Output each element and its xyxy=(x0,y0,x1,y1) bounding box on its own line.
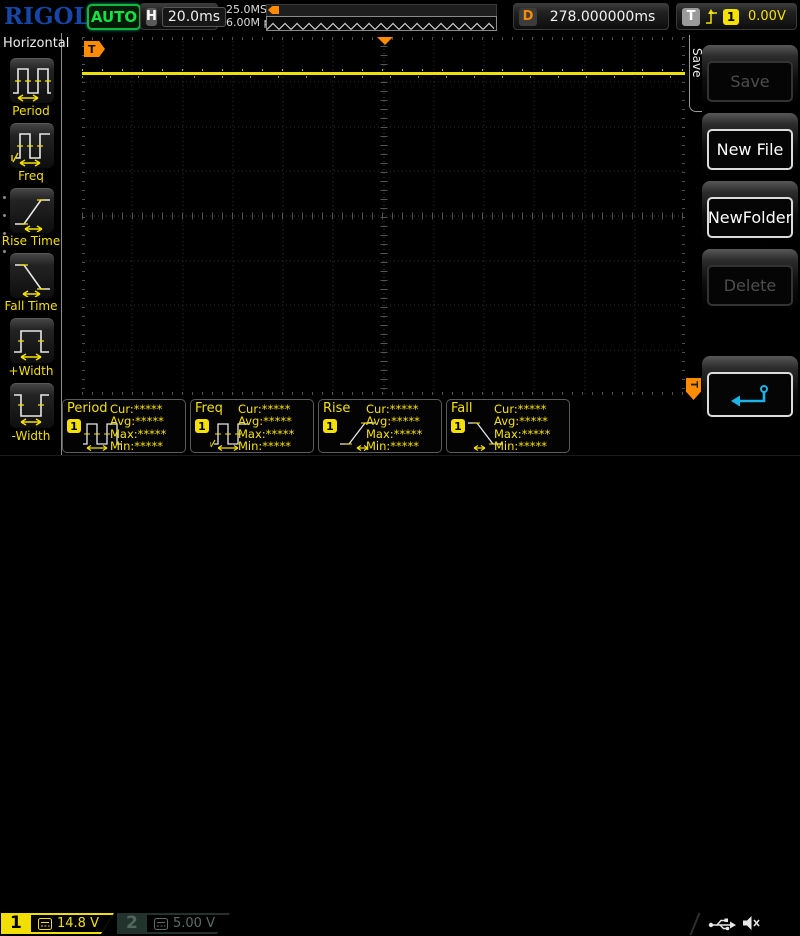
sidebar-item-fall-time[interactable] xyxy=(10,253,54,298)
sidebar-label-neg-width: -Width xyxy=(0,429,62,443)
bottom-bar-divider xyxy=(690,912,701,935)
delete-button-label: Delete xyxy=(707,265,793,306)
softkey-delete[interactable]: Delete xyxy=(702,249,798,311)
run-status-badge: AUTO xyxy=(87,4,141,30)
offscreen-trigger-marker: T xyxy=(686,378,701,400)
thumbnail-zigzag-icon xyxy=(267,21,494,32)
waveform-thumbnail xyxy=(266,16,497,31)
channel1-scale: 14.8 V xyxy=(57,916,99,931)
sidebar-item-rise-time[interactable] xyxy=(10,188,54,233)
channel2-number: 2 xyxy=(126,913,138,934)
minus-width-icon xyxy=(11,385,53,427)
channel2-status[interactable]: 2 5.00 V xyxy=(117,913,230,934)
scroll-dot xyxy=(3,250,6,253)
sidebar-label-fall-time: Fall Time xyxy=(0,299,62,313)
new-file-button-label: New File xyxy=(707,129,793,170)
channel1-number: 1 xyxy=(10,913,22,934)
sidebar-item-period[interactable] xyxy=(10,58,54,103)
rise-time-icon xyxy=(11,190,53,232)
scroll-dot xyxy=(3,196,6,199)
panel-title: Freq xyxy=(195,401,223,416)
bottom-status-bar: 1 14.8 V 2 5.00 V xyxy=(0,455,800,481)
panel-stats: Cur:*****Avg:***** Max:*****Min:***** xyxy=(366,403,422,452)
panel-stats: Cur:*****Avg:***** Max:*****Min:***** xyxy=(238,403,294,452)
fall-time-icon xyxy=(11,255,53,297)
channel2-scale: 5.00 V xyxy=(173,916,215,931)
scroll-dot xyxy=(3,232,6,235)
panel-title: Fall xyxy=(451,401,472,416)
rigol-logo: RIGOL xyxy=(4,3,90,30)
delay-badge: D xyxy=(519,8,537,26)
softkey-new-folder[interactable]: NewFolder xyxy=(702,181,798,243)
measurement-panel-rise: Rise 1 Cur:*****Avg:***** Max:*****Min:*… xyxy=(318,399,442,453)
waveform-overview[interactable] xyxy=(266,4,497,30)
timebase-value: 20.0ms xyxy=(162,7,226,27)
channel1-status[interactable]: 1 14.8 V xyxy=(1,913,114,934)
sidebar-label-pos-width: +Width xyxy=(0,364,62,378)
freq-icon xyxy=(11,125,53,167)
speaker-muted-icon xyxy=(742,915,760,931)
sidebar-item-freq[interactable] xyxy=(10,123,54,168)
channel-badge: 1 xyxy=(195,419,209,433)
measurement-panel-period: Period 1 Cur:*****Avg:***** Max:*****Min… xyxy=(62,399,186,453)
top-status-bar: RIGOL AUTO H 20.0ms 25.0MSa/s 6.00M pts … xyxy=(0,0,800,33)
sidebar-label-period: Period xyxy=(0,104,62,118)
trigger-badge: T xyxy=(682,8,700,26)
softkey-save[interactable]: Save xyxy=(702,45,798,107)
panel-stats: Cur:*****Avg:***** Max:*****Min:***** xyxy=(494,403,550,452)
sidebar-label-rise-time: Rise Time xyxy=(0,234,62,248)
usb-icon xyxy=(708,917,736,931)
channel1-panel: 14.8 V xyxy=(31,915,117,932)
left-menu-title: Horizontal xyxy=(3,36,69,51)
channel-badge: 1 xyxy=(67,419,81,433)
horizontal-badge: H xyxy=(146,8,157,26)
panel-title: Period xyxy=(67,401,108,416)
trigger-level-value: 0.00V xyxy=(748,9,786,24)
return-button xyxy=(707,372,793,417)
return-arrow-icon xyxy=(727,382,773,408)
grid-and-trace xyxy=(82,37,685,395)
delay-value: 278.000000ms xyxy=(542,9,663,25)
channel-badge: 1 xyxy=(451,419,465,433)
sidebar-item-neg-width[interactable] xyxy=(10,383,54,428)
panel-title: Rise xyxy=(323,401,350,416)
dc-coupling-icon xyxy=(38,918,52,930)
dc-coupling-icon xyxy=(154,918,168,930)
ch1-trace xyxy=(82,70,685,77)
trigger-delay-box[interactable]: D 278.000000ms xyxy=(513,3,669,30)
graticule xyxy=(82,37,685,395)
sidebar-label-freq: Freq xyxy=(0,169,62,183)
panel-stats: Cur:*****Avg:***** Max:*****Min:***** xyxy=(110,403,166,452)
channel2-panel: 5.00 V xyxy=(147,915,233,932)
scroll-dot xyxy=(3,214,6,217)
horizontal-timebase-box[interactable]: H 20.0ms xyxy=(140,3,218,30)
plus-width-icon xyxy=(11,320,53,362)
sidebar-item-pos-width[interactable] xyxy=(10,318,54,363)
trigger-status-box[interactable]: T 1 0.00V xyxy=(676,3,797,30)
measurement-panel-freq: Freq 1 Cur:*****Avg:***** Max:*****Min:*… xyxy=(190,399,314,453)
softkey-new-file[interactable]: New File xyxy=(702,113,798,175)
save-button-label: Save xyxy=(707,61,793,102)
trigger-position-arrow-icon xyxy=(268,6,279,14)
period-icon xyxy=(11,60,53,102)
measurement-panel-fall: Fall 1 Cur:*****Avg:***** Max:*****Min:*… xyxy=(446,399,570,453)
trigger-source-badge: 1 xyxy=(723,9,739,25)
channel-badge: 1 xyxy=(323,419,337,433)
softkey-return[interactable] xyxy=(702,356,798,422)
rising-edge-icon xyxy=(705,8,718,25)
new-folder-button-label: NewFolder xyxy=(707,197,793,238)
